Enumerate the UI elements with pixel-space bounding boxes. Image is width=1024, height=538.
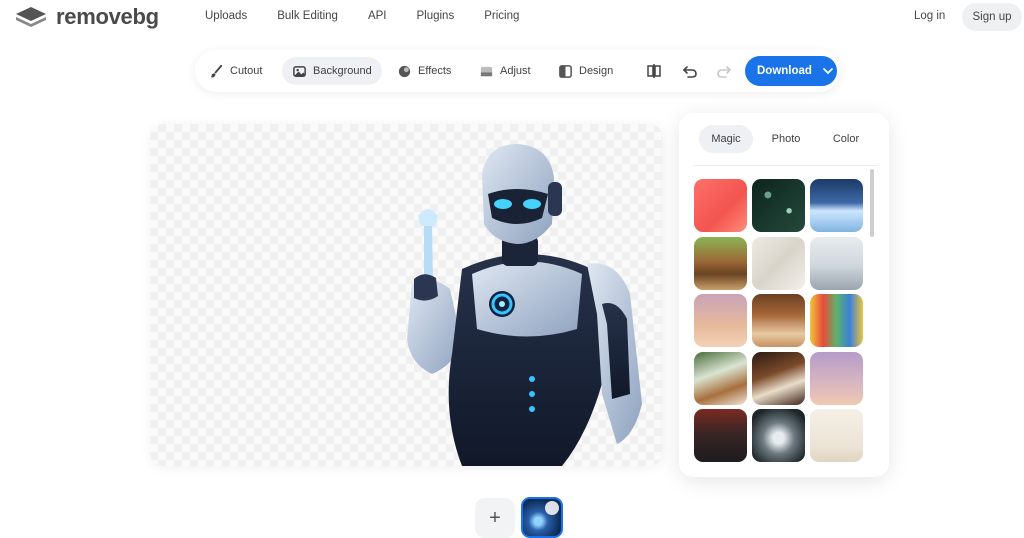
compare-icon[interactable] [645,62,663,80]
tool-background[interactable]: Background [282,57,382,85]
bg-thumb-cafe[interactable] [752,294,805,347]
panel-divider [693,165,877,166]
nav-link-api[interactable]: API [368,10,387,22]
tool-label: Adjust [500,65,531,77]
chevron-down-icon [823,68,833,75]
tab-color[interactable]: Color [819,125,873,153]
chevron-up-icon [545,501,559,515]
adjust-icon [480,66,493,76]
bg-thumb-rainbow[interactable] [810,294,863,347]
tool-effects[interactable]: Effects [387,57,461,85]
tool-label: Cutout [230,65,263,77]
bg-thumb-corridor[interactable] [752,409,805,462]
add-image-button[interactable]: + [475,498,515,538]
robot-cutout-image [407,144,642,466]
plus-icon: + [489,506,501,529]
design-icon [559,64,572,78]
download-button[interactable]: Download [745,56,837,86]
editor-toolbar: Cutout Background Effects Adjust Design … [195,50,840,92]
bg-thumb-ice[interactable] [810,179,863,232]
bg-thumb-plant[interactable] [810,409,863,462]
panel-tabs: Magic Photo Color [691,125,877,155]
login-link[interactable]: Log in [914,10,945,22]
logo-icon [16,7,46,27]
logo-text: removebg [56,4,159,29]
tool-label: Design [579,65,614,77]
image-canvas[interactable] [150,124,663,466]
bg-thumb-cabin[interactable] [694,236,747,290]
undo-icon[interactable] [681,62,699,80]
nav-links: Uploads Bulk Editing API Plugins Pricing [205,10,549,22]
background-thumbnail-grid [694,179,866,462]
bg-thumb-mauve[interactable] [694,294,747,347]
bg-thumb-gym[interactable] [694,409,747,462]
download-label: Download [757,65,812,77]
tool-design[interactable]: Design [548,57,623,85]
image-icon [293,65,306,77]
bg-thumb-room[interactable] [810,236,863,290]
effects-icon [398,65,411,77]
signup-button[interactable]: Sign up [962,3,1022,31]
nav-link-pricing[interactable]: Pricing [484,10,519,22]
top-navigation: removebg Uploads Bulk Editing API Plugin… [0,0,1024,34]
bg-thumb-fabric[interactable] [752,236,805,290]
tab-photo[interactable]: Photo [759,125,813,153]
tool-label: Effects [418,65,452,77]
brand-logo[interactable]: removebg [14,4,159,30]
current-image-thumbnail[interactable] [521,497,563,538]
nav-link-uploads[interactable]: Uploads [205,10,247,22]
bg-thumb-tea[interactable] [694,351,747,405]
nav-link-plugins[interactable]: Plugins [416,10,454,22]
redo-icon[interactable] [715,62,733,80]
tool-adjust[interactable]: Adjust [469,57,541,85]
panel-scrollbar[interactable] [870,169,874,237]
nav-link-bulk-editing[interactable]: Bulk Editing [277,10,338,22]
tab-magic[interactable]: Magic [699,125,753,153]
background-panel: Magic Photo Color [679,113,889,477]
bg-thumb-lavender[interactable] [810,351,863,405]
tool-cutout[interactable]: Cutout [199,57,272,85]
bg-thumb-food[interactable] [752,351,805,405]
bg-thumb-dark-forest[interactable] [752,179,805,232]
bg-thumb-coral[interactable] [694,179,747,232]
tool-label: Background [313,65,372,77]
brush-icon [210,64,223,77]
